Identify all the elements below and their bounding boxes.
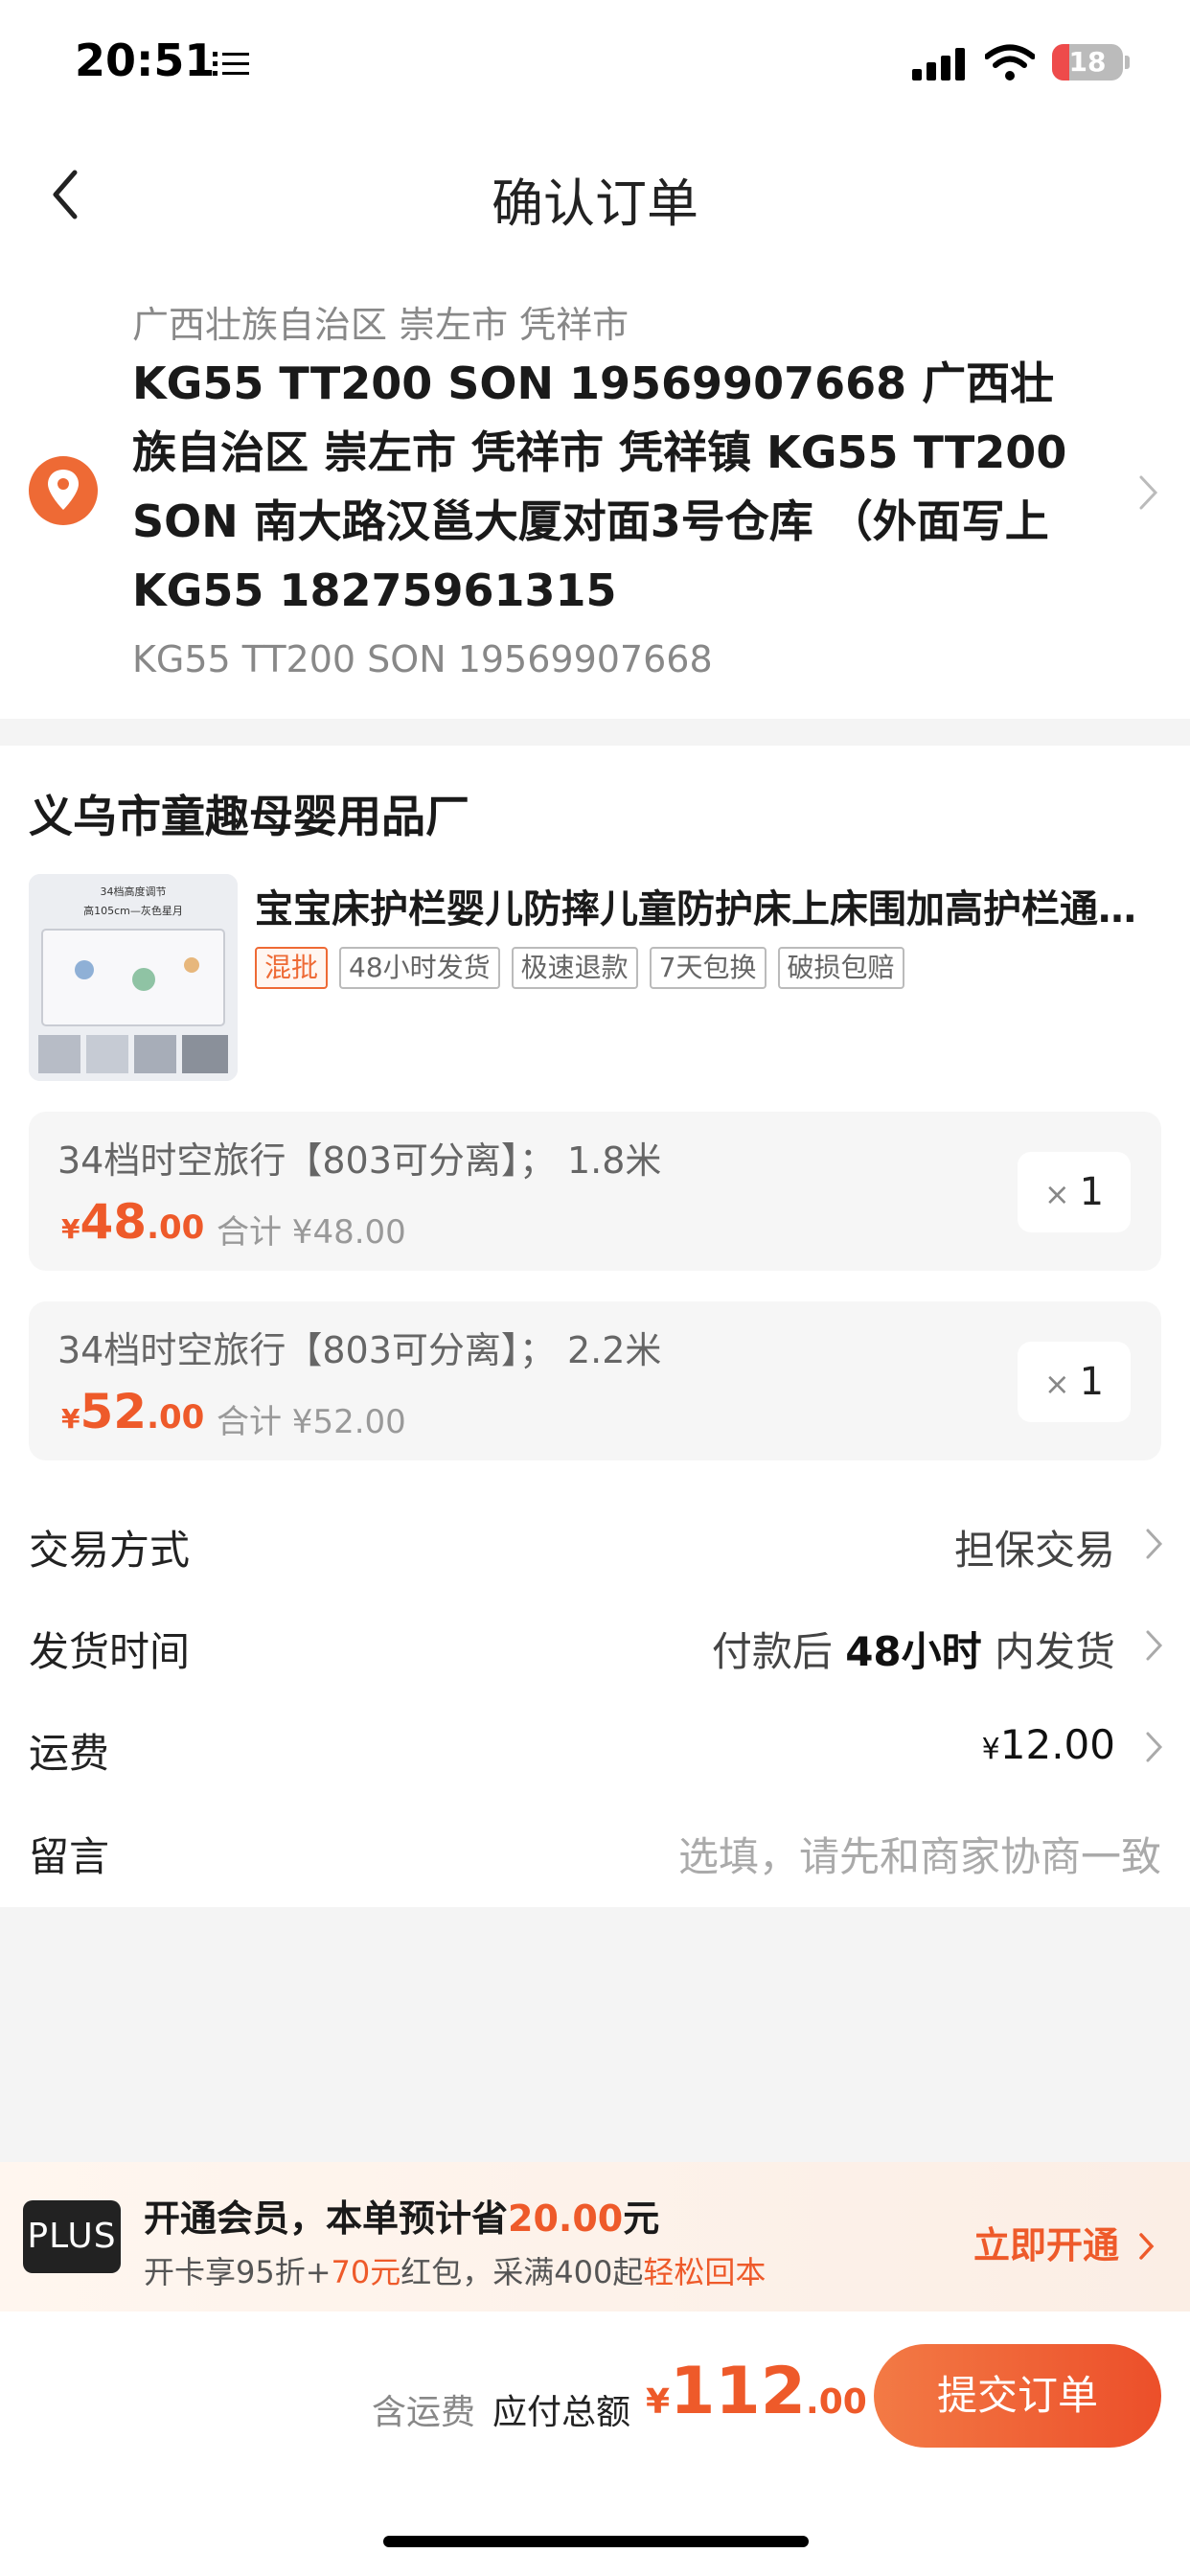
message-input[interactable]: 选填，请先和商家协商一致 <box>678 1825 1161 1883</box>
submit-order-button[interactable]: 提交订单 <box>874 2344 1161 2448</box>
battery-cap <box>1125 56 1130 69</box>
thumb-caption: 34档高度调节 <box>101 885 167 898</box>
quantity-stepper[interactable]: × 1 <box>1018 1342 1131 1422</box>
address-contact: KG55 TT200 SON 19569907668 <box>132 638 713 680</box>
product-thumbnail[interactable]: 34档高度调节 高105cm—灰色星月 <box>29 874 238 1081</box>
page-title: 确认订单 <box>492 173 698 234</box>
sku-name: 34档时空旅行【803可分离】； 2.2米 <box>57 1329 662 1371</box>
sku-name: 34档时空旅行【803可分离】； 1.8米 <box>57 1139 662 1182</box>
tag-mixed-batch: 混批 <box>255 947 329 989</box>
row-label: 留言 <box>29 1833 110 1880</box>
location-pin-icon <box>29 456 98 525</box>
row-label: 交易方式 <box>29 1527 191 1574</box>
quantity-stepper[interactable]: × 1 <box>1018 1152 1131 1232</box>
sku-total: 合计 ¥48.00 <box>217 1213 406 1252</box>
plus-headline: 开通会员，本单预计省20.00元 <box>144 2197 660 2240</box>
chevron-right-icon <box>1139 2233 1155 2260</box>
total-label: 应付总额 <box>492 2393 631 2432</box>
tag-48h-ship: 48小时发货 <box>339 947 500 989</box>
row-value: ¥12.00 <box>981 1721 1115 1768</box>
battery-icon: 18 <box>1052 44 1123 80</box>
plus-subline: 开卡享95折+70元红包，采满400起轻松回本 <box>144 2254 767 2290</box>
address-detail: KG55 TT200 SON 19569907668 广西壮族自治区 崇左市 凭… <box>132 357 1067 616</box>
plus-open-button[interactable]: 立即开通 <box>973 2216 1156 2268</box>
chevron-right-icon <box>1146 1732 1163 1762</box>
battery-level: 18 <box>1068 46 1107 78</box>
product-title[interactable]: 宝宝床护栏婴儿防摔儿童防护床上床围加高护栏通用... <box>255 878 1156 933</box>
back-icon[interactable] <box>38 161 96 228</box>
sku-item: 34档时空旅行【803可分离】； 2.2米 ¥52.00 合计 ¥52.00 ×… <box>29 1301 1161 1460</box>
chevron-right-icon <box>1146 1630 1163 1661</box>
sku-item: 34档时空旅行【803可分离】； 1.8米 ¥48.00 合计 ¥48.00 ×… <box>29 1112 1161 1271</box>
row-label: 发货时间 <box>29 1628 191 1675</box>
chevron-right-icon <box>1146 1529 1163 1559</box>
row-value: 担保交易 <box>953 1527 1115 1574</box>
ship-time-row[interactable]: 发货时间 付款后 48小时 内发货 <box>0 1593 1190 1696</box>
row-value: 付款后 48小时 内发货 <box>711 1628 1115 1675</box>
list-icon <box>213 52 249 76</box>
address-region: 广西壮族自治区 崇左市 凭祥市 <box>132 304 629 346</box>
thumb-caption-2: 高105cm—灰色星月 <box>83 904 183 917</box>
status-time: 20:51 <box>75 34 216 86</box>
message-row[interactable]: 留言 选填，请先和商家协商一致 <box>0 1798 1190 1901</box>
product-tags: 混批 48小时发货 极速退款 7天包换 破损包赔 <box>255 947 904 989</box>
trade-method-row[interactable]: 交易方式 担保交易 <box>0 1491 1190 1595</box>
tag-7day-exchange: 7天包换 <box>649 947 767 989</box>
freight-row[interactable]: 运费 ¥12.00 <box>0 1694 1190 1798</box>
shipping-included-note: 含运费 <box>372 2393 476 2432</box>
total-amount: ¥112.00 <box>646 2354 867 2429</box>
signal-icon <box>912 48 965 80</box>
row-label: 运费 <box>29 1730 110 1777</box>
wifi-icon <box>985 44 1035 80</box>
shop-name[interactable]: 义乌市童趣母婴用品厂 <box>29 782 469 845</box>
home-indicator[interactable] <box>383 2536 809 2547</box>
sku-price: ¥52.00 <box>61 1384 205 1439</box>
chevron-right-icon <box>1139 475 1158 510</box>
sku-price: ¥48.00 <box>61 1194 205 1250</box>
tag-damage-comp: 破损包赔 <box>777 947 904 989</box>
tag-fast-refund: 极速退款 <box>511 947 638 989</box>
plus-badge: PLUS <box>23 2200 121 2273</box>
sku-total: 合计 ¥52.00 <box>217 1403 406 1441</box>
